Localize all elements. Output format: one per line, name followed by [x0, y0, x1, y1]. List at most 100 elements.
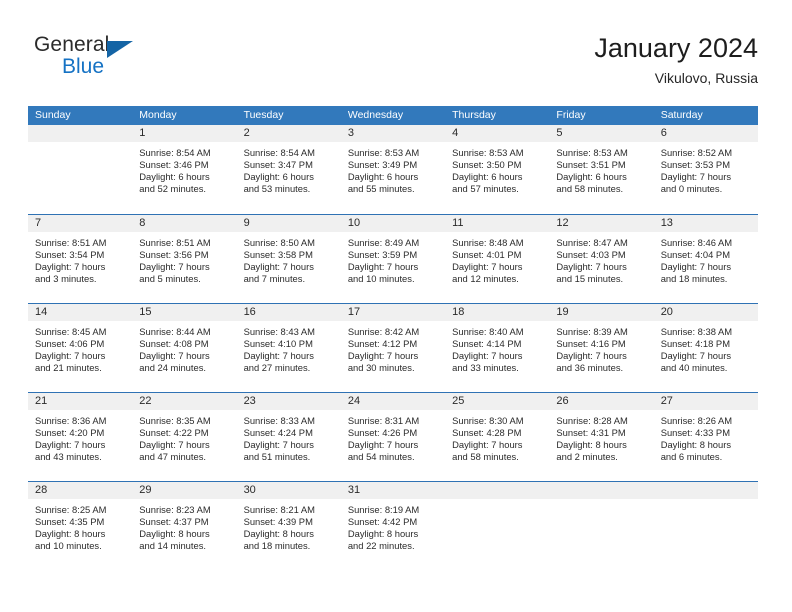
calendar-empty-cell	[653, 482, 758, 570]
daylight-duration-line1: Daylight: 7 hours	[660, 171, 732, 183]
calendar-day-cell[interactable]: 29 Sunrise: 8:23 AM Sunset: 4:37 PM Dayligh…	[132, 482, 237, 570]
weekday-header-tuesday: Tuesday	[243, 109, 284, 121]
general-blue-logo[interactable]: General Blue	[34, 33, 234, 91]
sunset-time: Sunset: 4:12 PM	[347, 338, 418, 350]
day-details: Sunrise: 8:30 AM Sunset: 4:28 PM Daylight:…	[445, 410, 549, 463]
calendar-day-cell[interactable]: 3 Sunrise: 8:53 AM Sunset: 3:49 PM Daylight…	[340, 125, 446, 214]
calendar-day-cell[interactable]: 13 Sunrise: 8:46 AM Sunset: 4:04 PM Dayligh…	[653, 215, 758, 303]
calendar-day-cell[interactable]: 4 Sunrise: 8:53 AM Sunset: 3:50 PM Daylight…	[445, 125, 550, 214]
sunset-time: Sunset: 4:26 PM	[347, 427, 418, 439]
daylight-duration-line2: and 21 minutes.	[35, 362, 102, 374]
day-details: Sunrise: 8:25 AM Sunset: 4:35 PM Daylight:…	[28, 499, 132, 552]
calendar-day-cell[interactable]: 16 Sunrise: 8:43 AM Sunset: 4:10 PM Dayligh…	[236, 304, 341, 392]
day-number: 26	[549, 393, 654, 410]
daylight-duration-line1: Daylight: 7 hours	[347, 261, 419, 273]
day-details: Sunrise: 8:48 AM Sunset: 4:01 PM Daylight:…	[445, 232, 549, 285]
daylight-duration-line2: and 40 minutes.	[660, 362, 728, 374]
daylight-duration-line2: and 30 minutes.	[347, 362, 415, 374]
calendar-day-cell[interactable]: 7 Sunrise: 8:51 AM Sunset: 3:54 PM Daylight…	[28, 215, 133, 303]
daylight-duration-line1: Daylight: 6 hours	[243, 171, 314, 183]
daylight-duration-line2: and 10 minutes.	[347, 273, 415, 285]
calendar-day-cell[interactable]: 5 Sunrise: 8:53 AM Sunset: 3:51 PM Daylight…	[549, 125, 654, 214]
day-number	[445, 482, 550, 499]
day-number: 15	[132, 304, 237, 321]
calendar-day-cell[interactable]: 2 Sunrise: 8:54 AM Sunset: 3:47 PM Daylight…	[236, 125, 341, 214]
calendar-day-cell[interactable]: 25 Sunrise: 8:30 AM Sunset: 4:28 PM Dayligh…	[445, 393, 550, 481]
title-block: January 2024 Vikulovo, Russia	[594, 31, 758, 88]
calendar-day-cell[interactable]: 27 Sunrise: 8:26 AM Sunset: 4:33 PM Dayligh…	[653, 393, 758, 481]
daylight-duration-line1: Daylight: 7 hours	[556, 261, 627, 273]
calendar-day-cell[interactable]: 19 Sunrise: 8:39 AM Sunset: 4:16 PM Dayligh…	[549, 304, 654, 392]
daylight-duration-line2: and 18 minutes.	[243, 540, 311, 552]
sunset-time: Sunset: 3:49 PM	[347, 159, 418, 171]
weekday-header-monday: Monday	[139, 109, 177, 121]
sunset-time: Sunset: 3:50 PM	[452, 159, 522, 171]
daylight-duration-line1: Daylight: 6 hours	[347, 171, 419, 183]
sunset-time: Sunset: 3:47 PM	[243, 159, 313, 171]
sunrise-time: Sunrise: 8:23 AM	[139, 504, 211, 515]
calendar-day-cell[interactable]: 11 Sunrise: 8:48 AM Sunset: 4:01 PM Dayligh…	[445, 215, 550, 303]
calendar-day-cell[interactable]: 26 Sunrise: 8:28 AM Sunset: 4:31 PM Dayligh…	[549, 393, 654, 481]
calendar-day-cell[interactable]: 6 Sunrise: 8:52 AM Sunset: 3:53 PM Daylight…	[653, 125, 758, 214]
logo-text-general: General	[34, 33, 110, 56]
day-details: Sunrise: 8:47 AM Sunset: 4:03 PM Daylight:…	[549, 232, 653, 285]
daylight-duration-line1: Daylight: 7 hours	[139, 350, 210, 362]
sunrise-time: Sunrise: 8:54 AM	[139, 147, 211, 158]
sunset-time: Sunset: 4:01 PM	[452, 249, 522, 261]
sunset-time: Sunset: 3:53 PM	[660, 159, 730, 171]
sunrise-time: Sunrise: 8:26 AM	[660, 415, 733, 426]
calendar-day-cell[interactable]: 14 Sunrise: 8:45 AM Sunset: 4:06 PM Dayligh…	[28, 304, 133, 392]
day-details: Sunrise: 8:40 AM Sunset: 4:14 PM Daylight:…	[445, 321, 549, 374]
day-number: 2	[236, 125, 341, 142]
sunset-time: Sunset: 4:37 PM	[139, 516, 209, 528]
daylight-duration-line1: Daylight: 7 hours	[243, 261, 314, 273]
day-details: Sunrise: 8:28 AM Sunset: 4:31 PM Daylight:…	[549, 410, 653, 463]
day-number: 21	[28, 393, 133, 410]
calendar-day-cell[interactable]: 12 Sunrise: 8:47 AM Sunset: 4:03 PM Dayligh…	[549, 215, 654, 303]
sunrise-time: Sunrise: 8:53 AM	[452, 147, 524, 158]
calendar-day-cell[interactable]: 21 Sunrise: 8:36 AM Sunset: 4:20 PM Dayligh…	[28, 393, 133, 481]
day-number: 16	[236, 304, 341, 321]
calendar-day-cell[interactable]: 17 Sunrise: 8:42 AM Sunset: 4:12 PM Dayligh…	[340, 304, 446, 392]
calendar-day-cell[interactable]: 23 Sunrise: 8:33 AM Sunset: 4:24 PM Dayligh…	[236, 393, 341, 481]
sunrise-time: Sunrise: 8:49 AM	[347, 237, 420, 248]
calendar-day-cell[interactable]: 10 Sunrise: 8:49 AM Sunset: 3:59 PM Dayligh…	[340, 215, 446, 303]
daylight-duration-line2: and 10 minutes.	[35, 540, 102, 552]
logo-triangle-icon	[107, 41, 133, 58]
sunrise-time: Sunrise: 8:53 AM	[556, 147, 628, 158]
sunset-time: Sunset: 3:58 PM	[243, 249, 313, 261]
calendar-day-cell[interactable]: 24 Sunrise: 8:31 AM Sunset: 4:26 PM Dayligh…	[340, 393, 446, 481]
daylight-duration-line2: and 7 minutes.	[243, 273, 306, 285]
day-number: 7	[28, 215, 133, 232]
day-details: Sunrise: 8:33 AM Sunset: 4:24 PM Daylight:…	[237, 410, 341, 463]
sunrise-time: Sunrise: 8:51 AM	[139, 237, 211, 248]
calendar-day-cell[interactable]: 28 Sunrise: 8:25 AM Sunset: 4:35 PM Dayligh…	[28, 482, 133, 570]
daylight-duration-line2: and 36 minutes.	[556, 362, 624, 374]
calendar-day-cell[interactable]: 22 Sunrise: 8:35 AM Sunset: 4:22 PM Dayligh…	[132, 393, 237, 481]
day-number: 10	[340, 215, 446, 232]
daylight-duration-line2: and 3 minutes.	[35, 273, 97, 285]
calendar-day-cell[interactable]: 30 Sunrise: 8:21 AM Sunset: 4:39 PM Dayligh…	[236, 482, 341, 570]
day-number: 12	[549, 215, 654, 232]
daylight-duration-line2: and 15 minutes.	[556, 273, 624, 285]
sunrise-time: Sunrise: 8:42 AM	[347, 326, 420, 337]
sunset-time: Sunset: 4:10 PM	[243, 338, 313, 350]
calendar-empty-cell	[549, 482, 654, 570]
day-number	[28, 125, 133, 142]
calendar-day-cell[interactable]: 1 Sunrise: 8:54 AM Sunset: 3:46 PM Daylight…	[132, 125, 237, 214]
calendar-day-cell[interactable]: 9 Sunrise: 8:50 AM Sunset: 3:58 PM Daylight…	[236, 215, 341, 303]
daylight-duration-line2: and 5 minutes.	[139, 273, 201, 285]
calendar-day-cell[interactable]: 31 Sunrise: 8:19 AM Sunset: 4:42 PM Dayligh…	[340, 482, 446, 570]
calendar-empty-cell	[445, 482, 550, 570]
calendar-day-cell[interactable]: 20 Sunrise: 8:38 AM Sunset: 4:18 PM Dayligh…	[653, 304, 758, 392]
daylight-duration-line2: and 58 minutes.	[452, 451, 519, 463]
daylight-duration-line2: and 43 minutes.	[35, 451, 102, 463]
sunrise-time: Sunrise: 8:48 AM	[452, 237, 524, 248]
day-details: Sunrise: 8:23 AM Sunset: 4:37 PM Daylight:…	[132, 499, 236, 552]
daylight-duration-line1: Daylight: 7 hours	[139, 261, 210, 273]
calendar-day-cell[interactable]: 8 Sunrise: 8:51 AM Sunset: 3:56 PM Daylight…	[132, 215, 237, 303]
day-number: 6	[653, 125, 758, 142]
calendar-day-cell[interactable]: 15 Sunrise: 8:44 AM Sunset: 4:08 PM Dayligh…	[132, 304, 237, 392]
calendar-day-cell[interactable]: 18 Sunrise: 8:40 AM Sunset: 4:14 PM Dayligh…	[445, 304, 550, 392]
calendar-page: General Blue January 2024 Vikulovo, Russ…	[0, 0, 792, 612]
